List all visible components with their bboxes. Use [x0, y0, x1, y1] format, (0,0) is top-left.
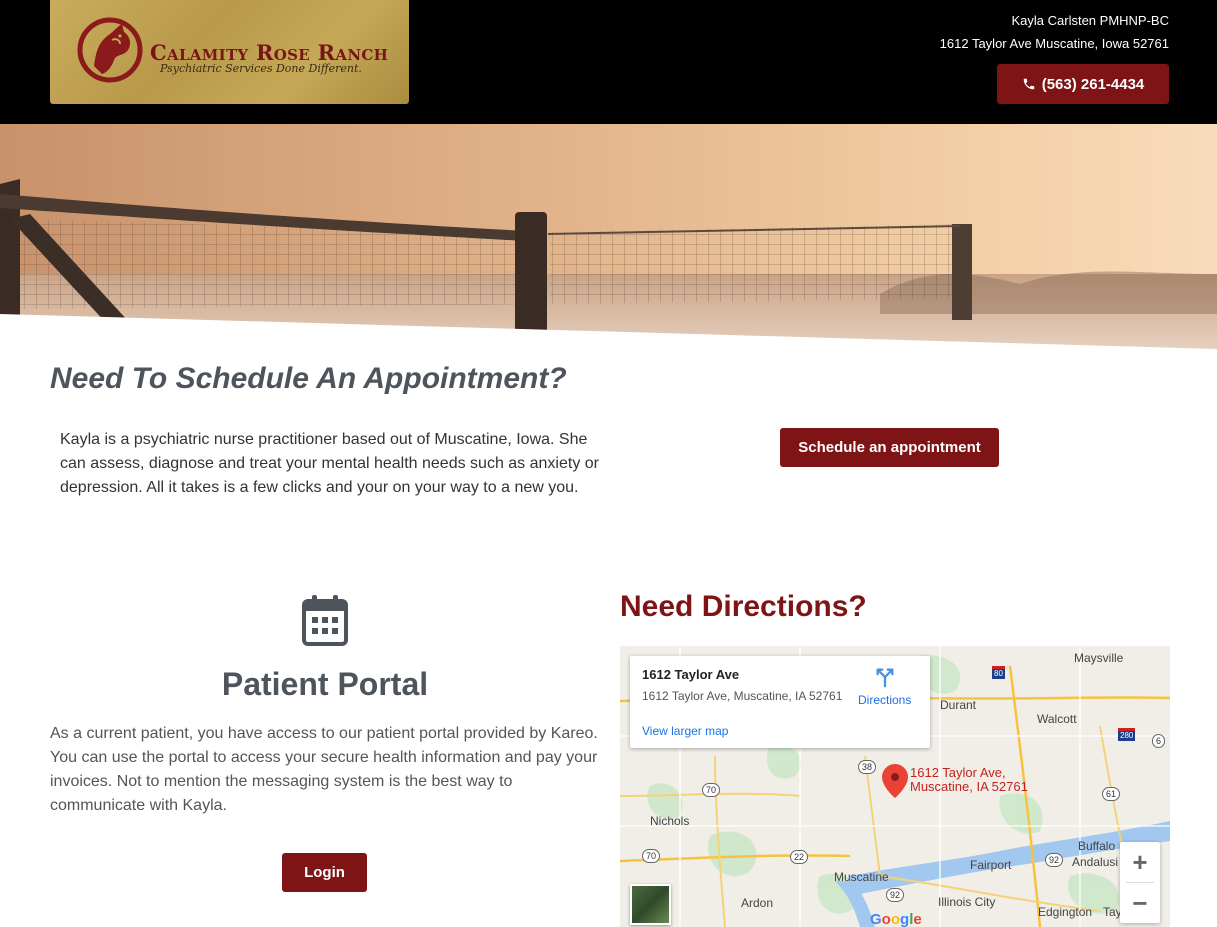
header-address: 1612 Taylor Ave Muscatine, Iowa 52761: [939, 36, 1169, 51]
route-shield: 6: [1152, 734, 1166, 748]
phone-icon: [1023, 78, 1034, 90]
directions-link[interactable]: Directions: [858, 693, 911, 707]
route-shield: 38: [858, 760, 877, 774]
schedule-description: Kayla is a psychiatric nurse practitione…: [60, 431, 599, 496]
hero-banner: [0, 124, 1217, 354]
site-header: Calamity Rose Ranch Psychiatric Services…: [0, 0, 1217, 124]
map-place-label: Illinois City: [938, 895, 996, 909]
schedule-appointment-button[interactable]: Schedule an appointment: [780, 428, 999, 467]
directions-heading: Need Directions?: [620, 590, 867, 623]
satellite-toggle[interactable]: [630, 884, 671, 925]
map-place-label: Edgington: [1038, 905, 1093, 919]
fence-sunset-image: [0, 124, 1217, 354]
view-larger-map-link[interactable]: View larger map: [642, 724, 728, 738]
map-card-address: 1612 Taylor Ave, Muscatine, IA 52761: [642, 689, 843, 703]
map-place-label: Buffalo: [1078, 839, 1116, 853]
map-place-label: Fairport: [970, 858, 1012, 872]
map-place-label: Durant: [940, 698, 977, 712]
login-button[interactable]: Login: [282, 853, 367, 892]
route-shield: 70: [702, 783, 721, 797]
phone-number: (563) 261-4434: [1041, 75, 1145, 93]
interstate-shield: 80: [992, 666, 1005, 679]
route-shield: 92: [1045, 853, 1064, 867]
zoom-in-button[interactable]: +: [1120, 842, 1160, 882]
logo-tagline: Psychiatric Services Done Different.: [160, 62, 362, 75]
map-place-label: Walcott: [1037, 712, 1077, 726]
map-place-label: Muscatine: [834, 870, 889, 884]
horse-logo-icon: [77, 17, 143, 83]
route-shield: 70: [642, 849, 661, 863]
pin-label-line2: Muscatine, IA 52761: [910, 779, 1028, 794]
map-pin-label: 1612 Taylor Ave, Muscatine, IA 52761: [910, 766, 1028, 794]
map-place-label: Maysville: [1074, 651, 1124, 665]
map-place-card: 1612 Taylor Ave 1612 Taylor Ave, Muscati…: [630, 656, 930, 748]
directions-icon[interactable]: [874, 666, 896, 688]
zoom-out-button[interactable]: −: [1120, 883, 1160, 923]
route-shield: 92: [886, 888, 905, 902]
patient-portal-heading: Patient Portal: [221, 666, 429, 702]
map-zoom-controls: + −: [1120, 842, 1160, 923]
phone-button[interactable]: (563) 261-4434: [997, 64, 1169, 104]
schedule-heading: Need To Schedule An Appointment?: [50, 362, 567, 395]
route-shield: 61: [1102, 787, 1121, 801]
map-place-label: Tay: [1103, 905, 1122, 919]
route-shield: 22: [790, 850, 809, 864]
interstate-shield: 280: [1118, 728, 1136, 741]
embedded-map[interactable]: Maysville Durant Walcott Nichols Fairpor…: [620, 646, 1170, 927]
map-place-label: Nichols: [650, 814, 690, 828]
google-logo: Google: [870, 911, 922, 927]
map-place-label: Ardon: [741, 896, 774, 910]
pin-label-line1: 1612 Taylor Ave,: [910, 765, 1006, 780]
provider-name: Kayla Carlsten PMHNP-BC: [1011, 13, 1170, 28]
map-card-title: 1612 Taylor Ave: [642, 667, 740, 682]
calendar-icon: [302, 595, 348, 646]
site-logo[interactable]: Calamity Rose Ranch Psychiatric Services…: [50, 0, 409, 104]
patient-portal-description: As a current patient, you have access to…: [50, 725, 598, 814]
map-place-label: Andalusi: [1072, 855, 1119, 869]
